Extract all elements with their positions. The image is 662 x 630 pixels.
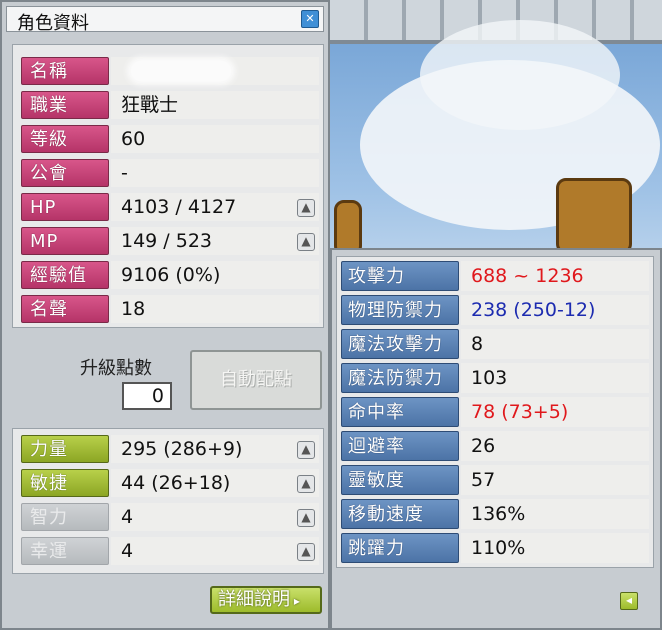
stat-row-luk: 幸運 4 ▲	[21, 537, 321, 567]
stat-label: 幸運	[21, 537, 109, 565]
character-info-window: 角色資料 ✕ 名稱 職業 狂戰士 等級 60 公會 - HP 4103 / 41…	[0, 0, 330, 630]
detail-row-accuracy: 命中率 78 (73+5)	[341, 397, 649, 429]
luk-increase-button[interactable]: ▲	[297, 543, 315, 561]
detail-value: 103	[461, 363, 649, 393]
detail-row-magic-def: 魔法防禦力 103	[341, 363, 649, 395]
collapse-arrow-icon[interactable]: ◂	[620, 592, 638, 610]
ability-points-label: 升級點數	[80, 358, 152, 379]
detail-value: 78 (73+5)	[461, 397, 649, 427]
ability-points-panel: 升級點數 0 自動配點	[12, 338, 324, 422]
detail-label: 迴避率	[341, 431, 459, 461]
detail-stats-section: 攻擊力 688 ~ 1236 物理防禦力 238 (250-12) 魔法攻擊力 …	[336, 256, 654, 568]
stat-row-str: 力量 295 (286+9) ▲	[21, 435, 321, 465]
detail-row-jump: 跳躍力 110%	[341, 533, 649, 565]
chevron-right-icon: ▸	[290, 594, 300, 608]
detail-label: 跳躍力	[341, 533, 459, 563]
profile-label: 公會	[21, 159, 109, 187]
detail-row-speed: 移動速度 136%	[341, 499, 649, 531]
detail-label: 移動速度	[341, 499, 459, 529]
stat-value: 4	[111, 537, 319, 565]
detail-row-avoid: 迴避率 26	[341, 431, 649, 463]
stat-label: 敏捷	[21, 469, 109, 497]
detail-label: 魔法防禦力	[341, 363, 459, 393]
profile-value: 4103 / 4127	[111, 193, 319, 221]
mp-increase-button[interactable]: ▲	[297, 233, 315, 251]
stat-value: 4	[111, 503, 319, 531]
stat-value: 44 (26+18)	[111, 469, 319, 497]
stat-row-dex: 敏捷 44 (26+18) ▲	[21, 469, 321, 499]
profile-row-exp: 經驗值 9106 (0%)	[21, 261, 321, 291]
detail-row-attack: 攻擊力 688 ~ 1236	[341, 261, 649, 293]
detail-value: 57	[461, 465, 649, 495]
profile-value: 149 / 523	[111, 227, 319, 255]
profile-row-job: 職業 狂戰士	[21, 91, 321, 121]
profile-row-guild: 公會 -	[21, 159, 321, 189]
profile-value: -	[111, 159, 319, 187]
profile-row-mp: MP 149 / 523 ▲	[21, 227, 321, 257]
profile-label: 等級	[21, 125, 109, 153]
stats-section: 力量 295 (286+9) ▲ 敏捷 44 (26+18) ▲ 智力 4 ▲ …	[12, 428, 324, 574]
profile-section: 名稱 職業 狂戰士 等級 60 公會 - HP 4103 / 4127 ▲ MP…	[12, 44, 324, 328]
stat-value: 295 (286+9)	[111, 435, 319, 463]
profile-row-hp: HP 4103 / 4127 ▲	[21, 193, 321, 223]
profile-label: 名聲	[21, 295, 109, 323]
background-wooden-post	[556, 178, 632, 254]
window-titlebar[interactable]: 角色資料 ✕	[6, 6, 324, 34]
detail-value: 26	[461, 431, 649, 461]
redacted-name	[131, 61, 231, 81]
detail-button-label: 詳細說明	[218, 589, 290, 610]
stat-row-int: 智力 4 ▲	[21, 503, 321, 533]
profile-value: 60	[111, 125, 319, 153]
detail-value: 8	[461, 329, 649, 359]
str-increase-button[interactable]: ▲	[297, 441, 315, 459]
detail-row-phys-def: 物理防禦力 238 (250-12)	[341, 295, 649, 327]
detail-row-hands: 靈敏度 57	[341, 465, 649, 497]
detail-value: 688 ~ 1236	[461, 261, 649, 291]
detail-value: 238 (250-12)	[461, 295, 649, 325]
hp-increase-button[interactable]: ▲	[297, 199, 315, 217]
window-title: 角色資料	[17, 13, 89, 34]
profile-label: MP	[21, 227, 109, 255]
detail-button[interactable]: 詳細說明 ▸	[210, 586, 322, 614]
detail-row-magic-atk: 魔法攻擊力 8	[341, 329, 649, 361]
detail-label: 攻擊力	[341, 261, 459, 291]
close-icon[interactable]: ✕	[301, 10, 319, 28]
profile-value: 18	[111, 295, 319, 323]
profile-row-level: 等級 60	[21, 125, 321, 155]
dex-increase-button[interactable]: ▲	[297, 475, 315, 493]
detail-label: 靈敏度	[341, 465, 459, 495]
detail-label: 物理防禦力	[341, 295, 459, 325]
profile-row-name: 名稱	[21, 57, 321, 87]
profile-row-fame: 名聲 18	[21, 295, 321, 325]
profile-label: 職業	[21, 91, 109, 119]
auto-assign-button[interactable]: 自動配點	[190, 350, 322, 410]
profile-label: HP	[21, 193, 109, 221]
detail-stats-window: 攻擊力 688 ~ 1236 物理防禦力 238 (250-12) 魔法攻擊力 …	[330, 248, 662, 630]
detail-label: 命中率	[341, 397, 459, 427]
profile-value: 狂戰士	[111, 91, 319, 119]
profile-label: 經驗值	[21, 261, 109, 289]
profile-label: 名稱	[21, 57, 109, 85]
detail-value: 136%	[461, 499, 649, 529]
detail-label: 魔法攻擊力	[341, 329, 459, 359]
int-increase-button[interactable]: ▲	[297, 509, 315, 527]
stat-label: 力量	[21, 435, 109, 463]
profile-value: 9106 (0%)	[111, 261, 319, 289]
ability-points-value: 0	[122, 382, 172, 410]
background-cloud	[420, 20, 620, 130]
stat-label: 智力	[21, 503, 109, 531]
detail-value: 110%	[461, 533, 649, 563]
